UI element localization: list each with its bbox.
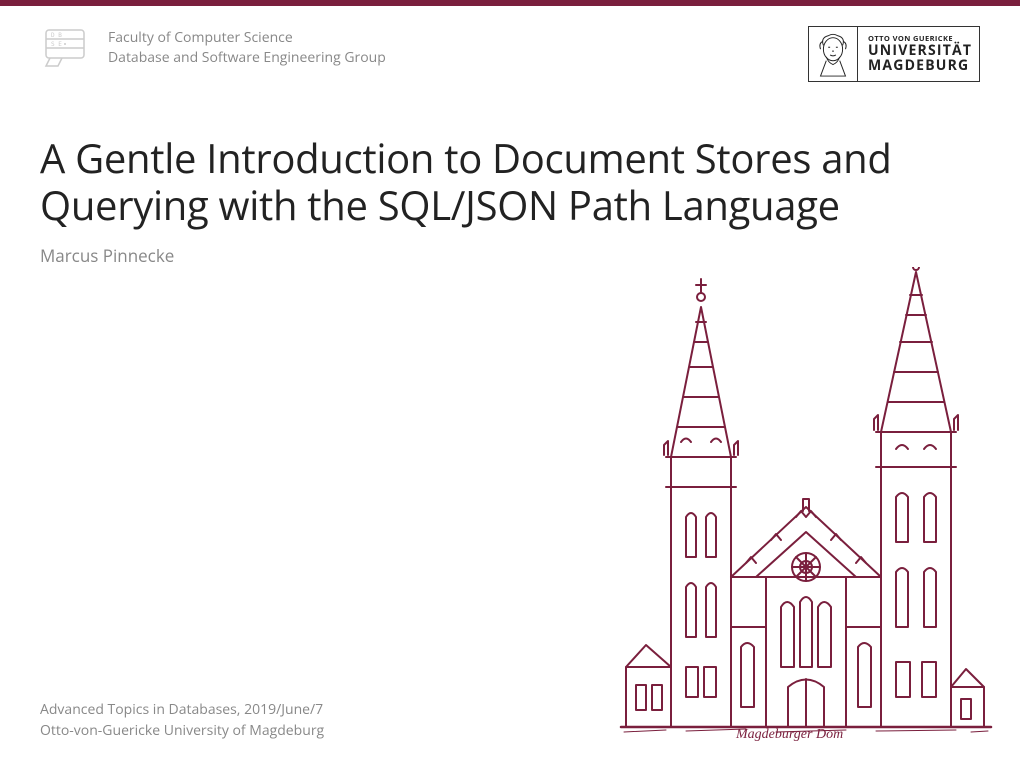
guericke-portrait-icon — [809, 27, 858, 81]
university-logo: OTTO VON GUERICKE UNIVERSITÄT MAGDEBURG — [808, 26, 980, 82]
main-content: A Gentle Introduction to Document Stores… — [0, 82, 1020, 267]
uni-logo-line3: MAGDEBURG — [868, 59, 972, 74]
dbse-logo-icon: D B S E — [40, 26, 92, 70]
svg-text:D B: D B — [51, 32, 62, 39]
footer-course-date: Advanced Topics in Databases, 2019/June/… — [40, 699, 324, 720]
footer-university: Otto-von-Guericke University of Magdebur… — [40, 720, 324, 741]
author-name: Marcus Pinnecke — [40, 244, 980, 267]
group-label: Database and Software Engineering Group — [108, 48, 792, 68]
header-text: Faculty of Computer Science Database and… — [108, 26, 792, 67]
presentation-title: A Gentle Introduction to Document Stores… — [40, 134, 980, 228]
cathedral-illustration: Magdeburger Dom — [616, 267, 996, 757]
header: D B S E Faculty of Computer Science Data… — [0, 6, 1020, 82]
footer: Advanced Topics in Databases, 2019/June/… — [40, 699, 324, 741]
illustration-caption: Magdeburger Dom — [736, 727, 843, 743]
faculty-label: Faculty of Computer Science — [108, 28, 792, 48]
svg-text:S E: S E — [51, 41, 62, 48]
